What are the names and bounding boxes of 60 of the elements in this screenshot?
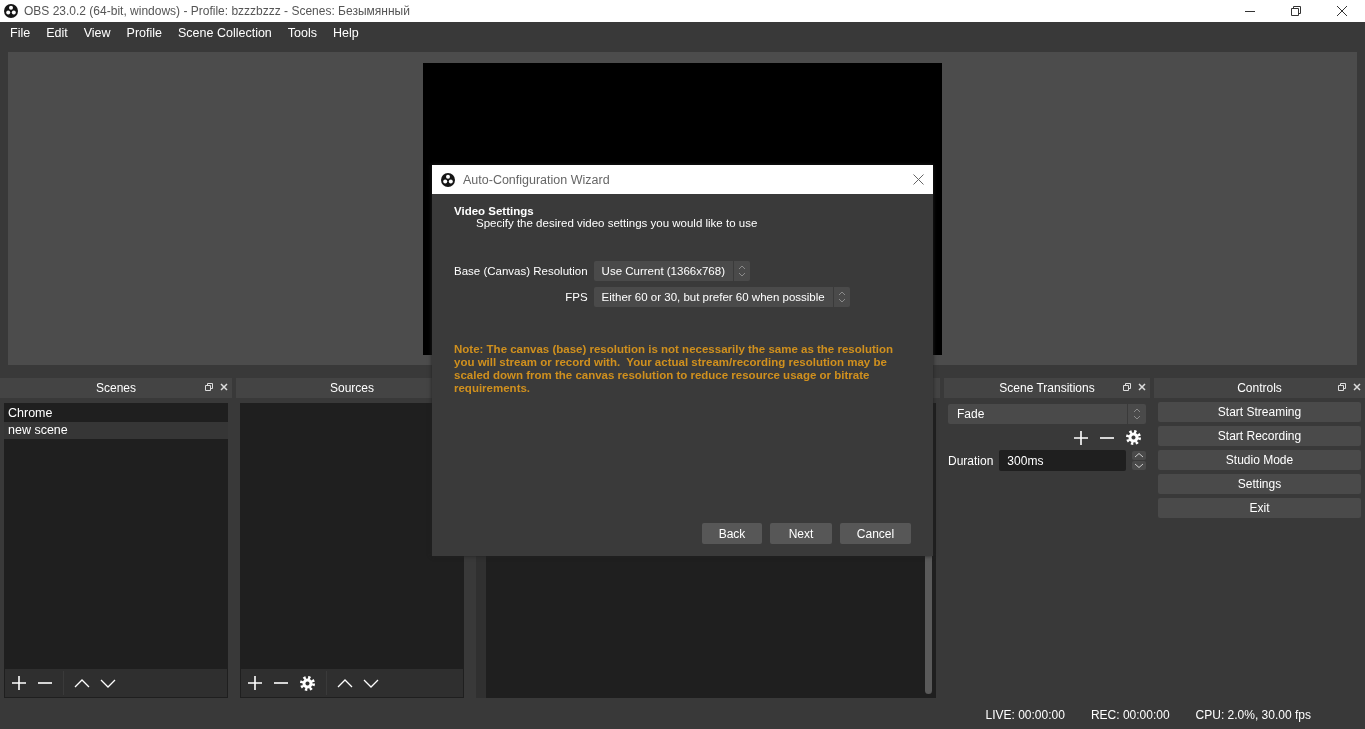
- settings-icon[interactable]: [299, 674, 316, 692]
- field-label: FPS: [564, 291, 588, 303]
- chevron-up-icon[interactable]: [74, 678, 90, 688]
- spin-arrows-icon[interactable]: [1133, 407, 1141, 421]
- dropdown[interactable]: Use Current (1366x768): [593, 261, 750, 281]
- menu-item[interactable]: View: [75, 26, 119, 40]
- menu-item[interactable]: Tools: [279, 26, 325, 40]
- app-logo-icon: [441, 172, 455, 187]
- window-title: OBS 23.0.2 (64-bit, windows) - Profile: bzzzbzzz - Scenes: Безымянный: [24, 4, 411, 18]
- menu-item[interactable]: File: [2, 26, 39, 40]
- section-heading: Video Settings: [454, 205, 535, 217]
- dock-title: Scenes: [96, 381, 136, 395]
- minus-icon[interactable]: [1099, 435, 1115, 440]
- plus-icon[interactable]: [1073, 429, 1089, 446]
- dialog-button[interactable]: Back: [702, 523, 762, 544]
- duration-field[interactable]: 300ms: [999, 450, 1126, 471]
- scene-item[interactable]: new scene: [4, 422, 228, 439]
- float-icon[interactable]: [1123, 383, 1131, 391]
- spin-arrows-icon[interactable]: [837, 290, 846, 304]
- spin-arrows-icon[interactable]: [737, 264, 746, 278]
- dock-title: Controls: [1237, 381, 1282, 395]
- field-label: Base (Canvas) Resolution: [454, 265, 588, 277]
- cpu-status: CPU: 2.0%, 30.00 fps: [1195, 707, 1311, 722]
- plus-icon[interactable]: [11, 675, 27, 691]
- float-icon[interactable]: [205, 383, 213, 391]
- note-text: Note: The canvas (base) resolution is not necessarily the same as the resolution you will stream or record with. Your actual stream/recording resolution may be scaled down from the canvas resolution to reduce resource usage or bitrate requirements.: [454, 343, 895, 395]
- dialog-title: Auto-Configuration Wizard: [463, 172, 611, 187]
- dock-title: Sources: [330, 381, 374, 395]
- dialog-button[interactable]: Next: [770, 523, 832, 544]
- minus-icon[interactable]: [37, 681, 53, 685]
- close-icon[interactable]: [1337, 6, 1347, 16]
- control-button[interactable]: Start Streaming: [1158, 402, 1361, 422]
- settings-icon[interactable]: [1125, 429, 1142, 446]
- control-button[interactable]: Studio Mode: [1158, 450, 1361, 470]
- menu-item[interactable]: Scene Collection: [170, 26, 280, 40]
- menu-item[interactable]: Help: [325, 26, 367, 40]
- plus-icon[interactable]: [247, 675, 263, 691]
- close-icon[interactable]: [912, 174, 924, 185]
- duration-label: Duration: [948, 453, 994, 468]
- dialog-button[interactable]: Cancel: [840, 523, 911, 544]
- rec-timer: REC: 00:00:00: [1090, 707, 1170, 722]
- section-subheading: Specify the desired video settings you would like to use: [475, 217, 759, 229]
- dock-title: Scene Transitions: [999, 381, 1095, 395]
- menu-item[interactable]: Profile: [118, 26, 170, 40]
- live-timer: LIVE: 00:00:00: [985, 707, 1065, 722]
- app-logo-icon: [4, 4, 18, 18]
- scene-item[interactable]: Chrome: [4, 405, 228, 422]
- control-button[interactable]: Start Recording: [1158, 426, 1361, 446]
- chevron-down-icon[interactable]: [100, 678, 116, 688]
- menu-item[interactable]: Edit: [38, 26, 76, 40]
- control-button[interactable]: Settings: [1158, 474, 1361, 494]
- control-button[interactable]: Exit: [1158, 498, 1361, 518]
- minus-icon[interactable]: [273, 681, 289, 685]
- dropdown[interactable]: Either 60 or 30, but prefer 60 when possible: [593, 287, 850, 307]
- transition-select[interactable]: Fade: [948, 404, 1146, 424]
- chevron-down-icon[interactable]: [363, 678, 379, 688]
- chevron-up-icon[interactable]: [337, 678, 353, 688]
- restore-icon[interactable]: [1291, 6, 1301, 16]
- float-icon[interactable]: [1338, 383, 1346, 391]
- minimize-icon[interactable]: [1245, 10, 1255, 12]
